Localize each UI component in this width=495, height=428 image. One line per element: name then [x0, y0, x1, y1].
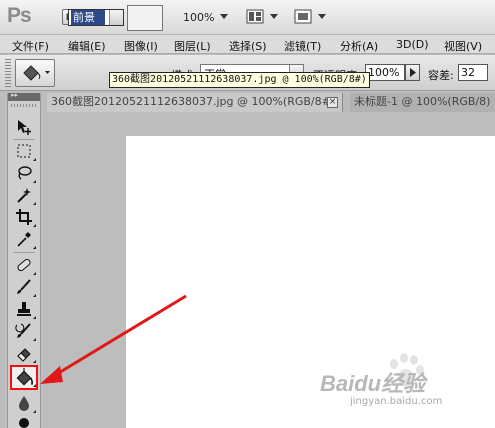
- menu-filter[interactable]: 滤镜(T): [284, 38, 321, 54]
- crop-tool[interactable]: [12, 207, 36, 228]
- dodge-icon: [19, 418, 29, 428]
- menu-edit[interactable]: 编辑(E): [68, 38, 106, 54]
- options-bar-grip[interactable]: [5, 59, 11, 87]
- watermark-brand: Baidu经验: [320, 371, 426, 396]
- brush-icon: [17, 279, 31, 294]
- toolbox: ▸▸: [7, 91, 41, 428]
- menu-bar: 文件(F) 编辑(E) 图像(I) 图层(L) 选择(S) 滤镜(T) 分析(A…: [0, 35, 495, 54]
- chevron-down-icon[interactable]: [318, 14, 326, 19]
- tool-preset-picker[interactable]: [15, 59, 55, 87]
- move-icon: [18, 120, 31, 135]
- brush-tool[interactable]: [12, 277, 36, 298]
- paint-bucket-icon: [23, 65, 50, 81]
- paint-bucket-tool[interactable]: [10, 365, 38, 390]
- tool-separator: [13, 139, 35, 140]
- menu-3d[interactable]: 3D(D): [396, 38, 429, 51]
- submenu-indicator: [33, 338, 36, 341]
- chevron-down-icon[interactable]: [220, 14, 228, 19]
- clone-stamp-tool[interactable]: [12, 299, 36, 320]
- tolerance-label: 容差:: [428, 69, 454, 82]
- toolbox-grip[interactable]: [11, 104, 37, 107]
- opacity-input[interactable]: 100%: [365, 64, 405, 81]
- crop-icon: [16, 209, 32, 225]
- stamp-icon: [17, 302, 31, 316]
- tab-label: 未标题-1 @ 100%(RGB/8): [354, 95, 491, 108]
- submenu-indicator: [33, 272, 36, 275]
- chevron-down-icon[interactable]: [109, 10, 123, 25]
- move-tool[interactable]: [12, 117, 36, 138]
- submenu-indicator: [33, 360, 36, 363]
- eyedropper-tool[interactable]: [12, 229, 36, 250]
- blur-tool[interactable]: [12, 393, 36, 414]
- eraser-icon: [17, 348, 31, 362]
- eyedropper-icon: [17, 232, 31, 247]
- eraser-tool[interactable]: [12, 343, 36, 364]
- chevron-down-icon[interactable]: [270, 14, 278, 19]
- screen-mode-icon[interactable]: [294, 9, 312, 24]
- menu-analysis[interactable]: 分析(A): [340, 38, 378, 54]
- tooltip: 360截图20120521112638037.jpg @ 100%(RGB/8#…: [109, 72, 370, 88]
- submenu-indicator: [33, 294, 36, 297]
- toolbox-header[interactable]: ▸▸: [8, 91, 40, 101]
- spot-healing-tool[interactable]: [12, 255, 36, 276]
- watermark-url: jingyan.baidu.com: [350, 396, 443, 407]
- history-brush-tool[interactable]: [12, 321, 36, 342]
- submenu-indicator: [33, 316, 36, 319]
- tool-separator: [13, 252, 35, 253]
- dodge-tool[interactable]: [12, 415, 36, 428]
- paint-bucket-icon: [16, 368, 33, 386]
- zoom-level[interactable]: 100%: [183, 11, 214, 24]
- tab-document-2[interactable]: 未标题-1 @ 100%(RGB/8): [350, 93, 495, 112]
- quick-select-tool[interactable]: [12, 185, 36, 206]
- menu-layer[interactable]: 图层(L): [174, 38, 211, 54]
- close-icon[interactable]: ×: [327, 97, 338, 108]
- submenu-indicator: [33, 158, 36, 161]
- arrange-documents-icon[interactable]: [246, 9, 264, 24]
- rectangle-marquee-icon: [17, 144, 31, 158]
- submenu-indicator: [33, 384, 36, 387]
- opacity-slider-button[interactable]: [405, 64, 420, 81]
- tolerance-input[interactable]: 32: [458, 64, 488, 81]
- magic-wand-icon: [17, 188, 31, 203]
- submenu-indicator: [33, 224, 36, 227]
- fill-source-select[interactable]: 前景: [68, 9, 124, 26]
- document-tabs: 360截图20120521112638037.jpg @ 100%(RGB/8#…: [47, 93, 495, 112]
- blur-drop-icon: [19, 396, 29, 411]
- bandage-icon: [17, 258, 31, 272]
- lasso-tool[interactable]: [12, 163, 36, 184]
- lasso-icon: [18, 166, 32, 180]
- pattern-picker[interactable]: [127, 5, 163, 31]
- menu-file[interactable]: 文件(F): [12, 38, 49, 54]
- marquee-tool[interactable]: [12, 141, 36, 162]
- submenu-indicator: [33, 246, 36, 249]
- photoshop-logo: Ps: [7, 4, 32, 27]
- photoshop-window: Ps Br Mb 100% 文件(F) 编辑(E) 图像(I) 图层(L) 选择…: [0, 0, 495, 428]
- submenu-indicator: [33, 180, 36, 183]
- submenu-indicator: [33, 202, 36, 205]
- history-brush-icon: [15, 323, 31, 338]
- tab-label: 360截图20120521112638037.jpg @ 100%(RGB/8#…: [51, 95, 336, 108]
- menu-image[interactable]: 图像(I): [124, 38, 158, 54]
- fill-source-value: 前景: [71, 10, 105, 25]
- menu-select[interactable]: 选择(S): [229, 38, 267, 54]
- collapse-icon[interactable]: ▸▸: [11, 91, 18, 99]
- tab-document-1[interactable]: 360截图20120521112638037.jpg @ 100%(RGB/8#…: [47, 93, 343, 112]
- submenu-indicator: [33, 410, 36, 413]
- menu-view[interactable]: 视图(V): [444, 38, 482, 54]
